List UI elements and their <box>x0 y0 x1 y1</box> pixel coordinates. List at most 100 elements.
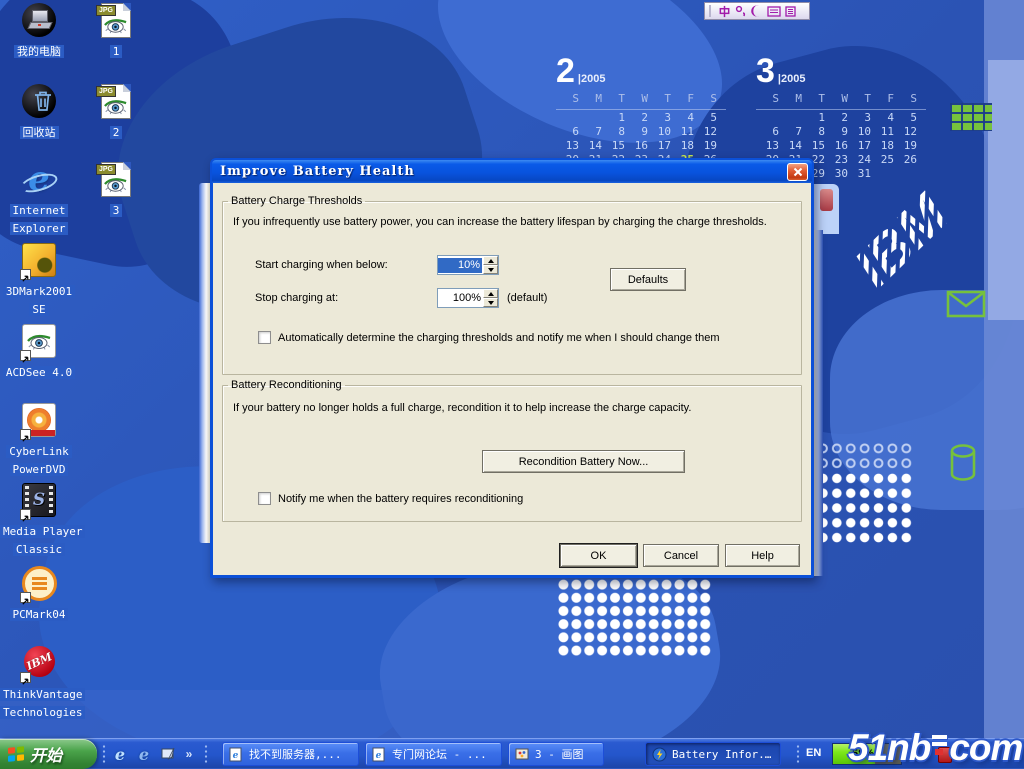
taskbar-task-1[interactable]: e 找不到服务器,... <box>222 742 359 766</box>
calendar-date: 25 <box>871 153 894 167</box>
spin-down-button[interactable] <box>483 298 498 307</box>
calendar-month-number: 2 <box>556 56 575 86</box>
calendar-date: 9 <box>625 125 648 139</box>
filled-dots-pattern-right <box>816 471 913 546</box>
calendar-date: 14 <box>579 139 602 153</box>
language-indicator[interactable]: EN <box>806 747 821 759</box>
calendar-weekday-header: T <box>848 92 871 105</box>
calendar-date: 31 <box>848 167 871 181</box>
calendar-date: 24 <box>848 153 871 167</box>
start-threshold-spinner[interactable]: 10% <box>437 255 499 275</box>
calendar-date: 2 <box>625 111 648 125</box>
desktop-icon-mpc[interactable]: S Media PlayerClassic <box>0 483 78 558</box>
taskbar-task-4[interactable]: Battery Infor... <box>645 742 781 766</box>
calendar-weekday-header: S <box>556 92 579 105</box>
recondition-battery-button[interactable]: Recondition Battery Now... <box>482 450 685 473</box>
ring-dots-pattern <box>816 441 913 471</box>
desktop-icon-thinkvantage[interactable]: IBM ThinkVantageTechnologies <box>0 646 78 721</box>
shortcut-arrow-icon <box>20 509 31 520</box>
calendar-weekday-header: T <box>648 92 671 105</box>
calendar-date: 7 <box>579 125 602 139</box>
desktop-icon-pcmark[interactable]: PCMark04 <box>0 566 78 623</box>
notify-recondition-checkbox-label: Notify me when the battery requires reco… <box>278 493 523 505</box>
shape-toggle-icon[interactable] <box>751 5 763 17</box>
background-window-close-fragment <box>820 189 833 211</box>
help-button[interactable]: Help <box>725 544 800 567</box>
calendar-weekday-header: W <box>825 92 848 105</box>
punctuation-icon[interactable] <box>735 5 747 17</box>
calendar-date: 17 <box>848 139 871 153</box>
ie-page-icon: e <box>372 747 387 762</box>
desktop-file-jpg-2[interactable]: JPG 2 <box>80 84 152 141</box>
icon-label: CyberLinkPowerDVD <box>0 442 78 478</box>
calendar-weekday-header: T <box>602 92 625 105</box>
calendar-weekday-header: S <box>756 92 779 105</box>
dialog-titlebar[interactable]: Improve Battery Health <box>212 160 812 183</box>
calendar-date: 5 <box>694 111 717 125</box>
stop-threshold-spinner[interactable]: 100% <box>437 288 499 308</box>
start-button[interactable]: 开始 <box>0 739 97 769</box>
notify-recondition-checkbox[interactable] <box>258 492 271 505</box>
icon-label: 3DMark2001SE <box>0 282 78 318</box>
stop-threshold-value[interactable]: 100% <box>438 289 483 307</box>
pcmark-icon <box>21 566 57 602</box>
spreadsheet-grid-icon <box>950 103 992 131</box>
my-computer-icon <box>21 3 57 39</box>
desktop-icon-3dmark[interactable]: 3DMark2001SE <box>0 243 78 318</box>
spin-up-button[interactable] <box>483 256 498 265</box>
calendar-date: 1 <box>602 111 625 125</box>
calendar-date: 14 <box>779 139 802 153</box>
spin-up-button[interactable] <box>483 289 498 298</box>
jpg-badge: JPG <box>96 5 116 16</box>
cancel-button[interactable]: Cancel <box>643 544 719 567</box>
ime-drag-handle[interactable] <box>709 5 714 17</box>
paint-icon <box>515 747 530 762</box>
cylinder-icon <box>948 443 978 483</box>
calendar-date: 17 <box>648 139 671 153</box>
battery-icon <box>652 747 667 762</box>
powerdvd-icon <box>21 403 57 439</box>
desktop-icon-recycle-bin[interactable]: 回收站 <box>0 84 78 141</box>
defaults-button[interactable]: Defaults <box>610 268 686 291</box>
taskbar-task-2[interactable]: e 专门网论坛 - ... <box>365 742 502 766</box>
ie-page-icon: e <box>229 747 244 762</box>
calendar-date: 19 <box>694 139 717 153</box>
chinese-mode-icon[interactable] <box>718 5 731 18</box>
svg-text:e: e <box>233 751 239 761</box>
shortcut-arrow-icon <box>20 592 31 603</box>
3dmark-icon <box>21 243 57 279</box>
calendar-date: 16 <box>625 139 648 153</box>
windows-logo-icon <box>8 746 25 763</box>
shortcut-arrow-icon <box>20 672 31 683</box>
desktop-icon-internet-explorer[interactable]: e InternetExplorer <box>0 162 78 237</box>
auto-determine-checkbox[interactable] <box>258 331 271 344</box>
calendar-date: 11 <box>671 125 694 139</box>
ok-button[interactable]: OK <box>560 544 637 567</box>
desktop-icon-acdsee[interactable]: ACDSee 4.0 <box>0 324 78 381</box>
calendar-weekday-header: M <box>579 92 602 105</box>
spin-down-button[interactable] <box>483 265 498 274</box>
close-icon[interactable] <box>787 163 808 181</box>
ime-menu-icon[interactable] <box>785 6 796 17</box>
desktop-file-jpg-1[interactable]: JPG 1 <box>80 3 152 60</box>
taskbar-task-3[interactable]: 3 - 画图 <box>508 742 604 766</box>
desktop-file-jpg-3[interactable]: JPG 3 <box>80 162 152 219</box>
quick-launch-chevron[interactable]: » <box>182 744 196 764</box>
desktop-icon-my-computer[interactable]: 我的电脑 <box>0 3 78 60</box>
auto-determine-checkbox-label: Automatically determine the charging thr… <box>278 332 719 344</box>
start-threshold-value[interactable]: 10% <box>438 258 482 273</box>
calendar-date: 1 <box>802 111 825 125</box>
acdsee-icon <box>21 324 57 360</box>
calendar-date: 15 <box>602 139 625 153</box>
internet-explorer-icon[interactable]: e <box>110 744 130 764</box>
calendar-date: 10 <box>848 125 871 139</box>
mpc-icon: S <box>21 483 57 519</box>
ime-language-bar[interactable] <box>704 2 810 20</box>
start-charging-label: Start charging when below: <box>255 259 388 271</box>
icon-label: ACDSee 4.0 <box>0 363 78 381</box>
soft-keyboard-icon[interactable] <box>767 6 781 17</box>
desktop-icon-powerdvd[interactable]: CyberLinkPowerDVD <box>0 403 78 478</box>
dialog-title: Improve Battery Health <box>220 164 415 179</box>
outlook-express-icon[interactable]: e <box>134 744 154 764</box>
show-desktop-icon[interactable] <box>158 744 178 764</box>
